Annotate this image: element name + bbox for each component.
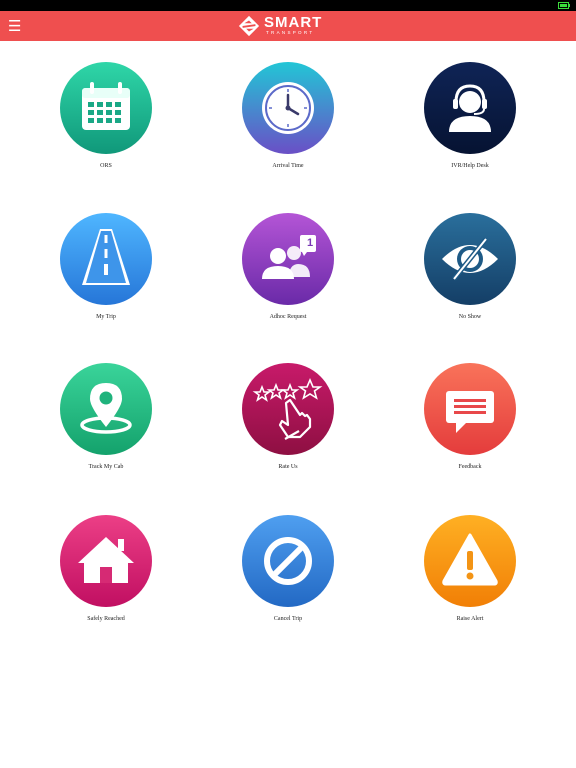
brand-name: SMART — [264, 14, 323, 31]
brand-subtitle: TRANSPORT — [266, 30, 315, 35]
brand-logo-mark-icon — [238, 15, 260, 37]
ivr-help-desk-circle[interactable] — [424, 62, 516, 154]
tile-label: Arrival Time — [272, 163, 304, 169]
chat-bubble-icon — [424, 363, 516, 455]
ors-circle[interactable] — [60, 62, 152, 154]
tile-arrival-time[interactable]: Arrival Time — [228, 62, 348, 192]
tile-label: Safely Reached — [87, 616, 125, 622]
adhoc-badge-count: 1 — [306, 237, 314, 249]
my-trip-circle[interactable] — [60, 213, 152, 305]
safely-reached-circle[interactable] — [60, 515, 152, 607]
users-badge-icon — [242, 213, 334, 305]
rating-stars-icon — [242, 363, 334, 455]
adhoc-request-circle[interactable]: 1 — [242, 213, 334, 305]
tile-label: Cancel Trip — [273, 616, 303, 622]
location-pin-icon — [60, 363, 152, 455]
warning-icon — [424, 515, 516, 607]
headset-agent-icon — [424, 62, 516, 154]
arrival-time-circle[interactable] — [242, 62, 334, 154]
status-bar — [0, 0, 576, 11]
app-header: ☰ SMART TRANSPORT — [0, 11, 576, 41]
tile-feedback[interactable]: Feedback — [410, 363, 530, 493]
tile-label: Feedback — [458, 464, 482, 470]
tile-label: Adhoc Request — [269, 314, 307, 320]
tile-label: No Show — [458, 314, 482, 320]
home-icon — [60, 515, 152, 607]
calendar-icon — [60, 62, 152, 154]
tile-label: My Trip — [96, 314, 116, 320]
feedback-circle[interactable] — [424, 363, 516, 455]
no-show-circle[interactable] — [424, 213, 516, 305]
road-icon — [60, 213, 152, 305]
cancel-icon — [242, 515, 334, 607]
tile-adhoc-request[interactable]: 1 Adhoc Request — [228, 213, 348, 343]
tile-ivr-help-desk[interactable]: IVR/Help Desk — [410, 62, 530, 192]
cancel-trip-circle[interactable] — [242, 515, 334, 607]
battery-charging-icon — [558, 2, 570, 9]
tile-label: Raise Alert — [456, 616, 484, 622]
tile-label: ORS — [100, 163, 112, 169]
tile-no-show[interactable]: No Show — [410, 213, 530, 343]
brand-logo: SMART TRANSPORT — [238, 14, 338, 38]
eye-slash-icon — [424, 213, 516, 305]
tile-track-my-cab[interactable]: Track My Cab — [46, 363, 166, 493]
tile-label: IVR/Help Desk — [451, 163, 489, 169]
tile-label: Rate Us — [278, 464, 298, 470]
track-my-cab-circle[interactable] — [60, 363, 152, 455]
tile-ors[interactable]: ORS — [46, 62, 166, 192]
tile-rate-us[interactable]: Rate Us — [228, 363, 348, 493]
tile-safely-reached[interactable]: Safely Reached — [46, 515, 166, 645]
tile-raise-alert[interactable]: Raise Alert — [410, 515, 530, 645]
tile-my-trip[interactable]: My Trip — [46, 213, 166, 343]
clock-icon — [242, 62, 334, 154]
tile-cancel-trip[interactable]: Cancel Trip — [228, 515, 348, 645]
tile-label: Track My Cab — [88, 464, 124, 470]
raise-alert-circle[interactable] — [424, 515, 516, 607]
rate-us-circle[interactable] — [242, 363, 334, 455]
hamburger-menu-icon[interactable]: ☰ — [8, 17, 24, 35]
